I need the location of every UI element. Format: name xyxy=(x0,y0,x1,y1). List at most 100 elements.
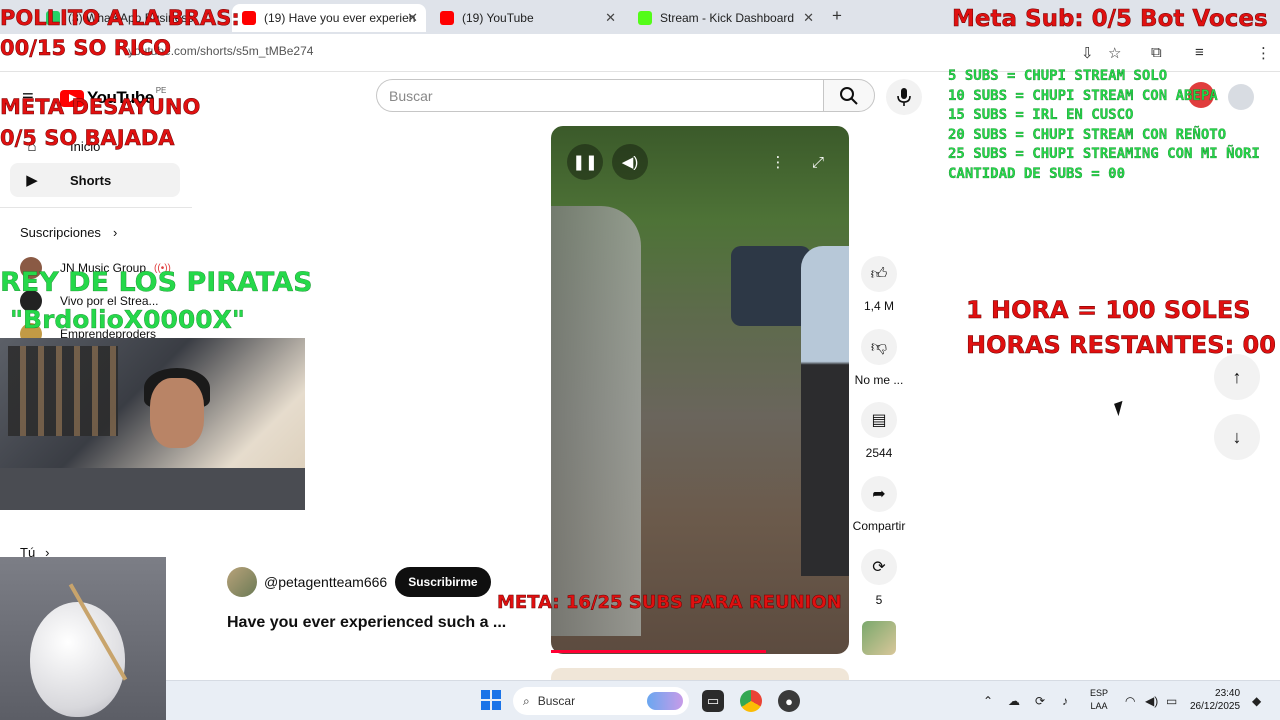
remix-button[interactable]: ⟳ xyxy=(861,549,897,585)
webcam-desk xyxy=(0,468,305,510)
overlay-chicken-count: 00/15 SO RICO xyxy=(0,36,171,61)
notification-bell-icon[interactable]: ◆ xyxy=(1252,694,1261,708)
search-icon: ⌕ xyxy=(523,693,530,708)
tab-kick-dashboard[interactable]: Stream - Kick Dashboard ✕ xyxy=(628,4,822,32)
pause-button[interactable]: ❚❚ xyxy=(567,144,603,180)
share-icon: ➦ xyxy=(872,486,886,503)
overlay-pirates-title: REY DE LOS PIRATAS xyxy=(0,267,313,298)
tray-sync-icon[interactable]: ⟳ xyxy=(1035,694,1045,708)
wifi-icon[interactable]: ◠ xyxy=(1125,694,1135,708)
chrome-icon[interactable] xyxy=(740,690,762,712)
media-control-icon[interactable]: ≡ xyxy=(1195,44,1204,61)
arrow-up-icon: ↑ xyxy=(1232,366,1242,387)
chevron-right-icon: › xyxy=(112,225,118,240)
youtube-icon xyxy=(242,11,256,25)
next-short-preview[interactable] xyxy=(551,668,849,680)
close-tab-icon[interactable]: ✕ xyxy=(803,10,814,26)
close-tab-icon[interactable]: ✕ xyxy=(407,10,418,26)
taskbar-search[interactable]: ⌕ Buscar xyxy=(513,687,689,715)
extensions-icon[interactable]: ⧉ xyxy=(1151,44,1162,61)
webcam-streamer xyxy=(0,338,305,510)
search-icon xyxy=(840,86,858,105)
battery-icon[interactable]: ▭ xyxy=(1166,694,1177,708)
share-button[interactable]: ➦ xyxy=(861,476,897,512)
video-frame-car xyxy=(731,246,811,326)
volume-button[interactable]: ◀) xyxy=(612,144,648,180)
taskbar-search-label: Buscar xyxy=(537,694,576,708)
sidebar-divider xyxy=(0,207,192,208)
tray-cloud-icon[interactable]: ☁ xyxy=(1008,694,1020,708)
overlay-breakfast-count: 0/5 SO BAJADA xyxy=(0,126,175,151)
overlay-chicken-goal: POLLITO A LA BRAS: xyxy=(0,6,240,31)
new-tab-button[interactable]: + xyxy=(832,6,842,26)
video-progress-bar[interactable] xyxy=(551,650,766,653)
mouse-cursor-icon xyxy=(1114,400,1127,417)
search-button[interactable] xyxy=(823,79,875,112)
windows-start-icon[interactable] xyxy=(481,690,501,710)
system-clock[interactable]: 23:40 26/12/2025 xyxy=(1190,687,1240,713)
tab-title: (19) Have you ever experien xyxy=(264,11,416,25)
close-tab-icon[interactable]: ✕ xyxy=(605,10,616,26)
share-label: Compartir xyxy=(852,519,906,533)
overlay-meeting-goal: META: 16/25 SUBS PARA REUNION xyxy=(497,592,842,614)
like-button[interactable]: 👍︎ xyxy=(861,256,897,292)
channel-avatar[interactable] xyxy=(227,567,257,597)
volume-icon: ◀) xyxy=(621,154,639,171)
voice-search-button[interactable] xyxy=(886,79,922,115)
dislike-button[interactable]: 👎︎ xyxy=(861,329,897,365)
search-highlight-icon xyxy=(647,692,683,710)
obs-icon[interactable]: ● xyxy=(778,690,800,712)
video-more-button[interactable]: ⋮ xyxy=(760,144,796,180)
clock-time: 23:40 xyxy=(1215,688,1241,699)
previous-short-button[interactable]: ↑ xyxy=(1214,354,1260,400)
browser-menu-icon[interactable]: ⋮ xyxy=(1256,44,1271,62)
overlay-sub-goal: Meta Sub: 0/5 Bot Voces xyxy=(952,6,1268,33)
comment-icon: ▤ xyxy=(871,412,887,429)
speaker-icon[interactable]: ◀) xyxy=(1145,694,1158,708)
next-short-button[interactable]: ↓ xyxy=(1214,414,1260,460)
like-count: 1,4 M xyxy=(863,299,894,313)
tab-youtube-short[interactable]: (19) Have you ever experien ✕ xyxy=(232,4,426,32)
clock-date: 26/12/2025 xyxy=(1190,701,1241,712)
overlay-sub-tier: 10 SUBS = CHUPI STREAM CON ABEPA xyxy=(948,88,1218,104)
tab-title: Stream - Kick Dashboard xyxy=(660,11,795,25)
bookmark-star-icon[interactable]: ☆ xyxy=(1108,44,1121,62)
overlay-pirates-name: "BrdolioX0000X" xyxy=(10,305,245,334)
tab-title: (19) YouTube xyxy=(462,11,534,25)
tab-youtube[interactable]: (19) YouTube ✕ xyxy=(430,4,624,32)
overlay-sub-count: CANTIDAD DE SUBS = 00 xyxy=(948,166,1126,182)
install-app-icon[interactable]: ⇩ xyxy=(1081,44,1094,62)
channel-name[interactable]: @petagentteam666 xyxy=(264,574,387,590)
country-code: PE xyxy=(155,85,167,95)
overlay-sub-tier: 5 SUBS = CHUPI STREAM SOLO xyxy=(948,68,1168,84)
comments-button[interactable]: ▤ xyxy=(861,402,897,438)
webcam-face xyxy=(150,378,204,448)
kick-icon xyxy=(638,11,652,25)
shorts-icon: ▶ xyxy=(26,172,38,189)
language-indicator[interactable]: ESP LAA xyxy=(1090,687,1108,713)
remix-count: 5 xyxy=(875,593,883,607)
pause-icon: ❚❚ xyxy=(572,154,598,171)
thumbs-down-icon: 👎︎ xyxy=(870,338,888,356)
subscriptions-header[interactable]: Suscripciones › xyxy=(20,225,117,240)
language-code: ESP xyxy=(1090,688,1109,698)
webcam-shelf xyxy=(8,346,118,436)
avatar[interactable] xyxy=(1228,84,1254,110)
task-view-icon[interactable]: ▭ xyxy=(702,690,724,712)
short-video-player[interactable] xyxy=(551,126,849,654)
sound-thumbnail[interactable] xyxy=(862,621,896,655)
fullscreen-button[interactable]: ⤢ xyxy=(800,144,836,180)
overlay-hours-left: HORAS RESTANTES: 00 xyxy=(966,331,1276,360)
tray-mic-icon[interactable]: ♪ xyxy=(1062,694,1068,708)
arrow-down-icon: ↓ xyxy=(1232,426,1242,447)
microphone-icon xyxy=(897,88,911,106)
search-input[interactable]: Buscar xyxy=(376,79,824,112)
overlay-sub-tier: 20 SUBS = CHUPI STREAM CON REÑOTO xyxy=(948,127,1227,143)
subscribe-button[interactable]: Suscribirme xyxy=(395,567,491,597)
tray-chevron-icon[interactable]: ⌃ xyxy=(983,694,993,708)
remix-icon: ⟳ xyxy=(872,559,886,576)
sidebar-item-label: Shorts xyxy=(70,172,112,188)
short-title[interactable]: Have you ever experienced such a ... xyxy=(227,614,506,632)
channel-row: @petagentteam666 Suscribirme xyxy=(227,567,491,597)
sidebar-item-shorts[interactable]: ▶ Shorts xyxy=(10,163,180,197)
